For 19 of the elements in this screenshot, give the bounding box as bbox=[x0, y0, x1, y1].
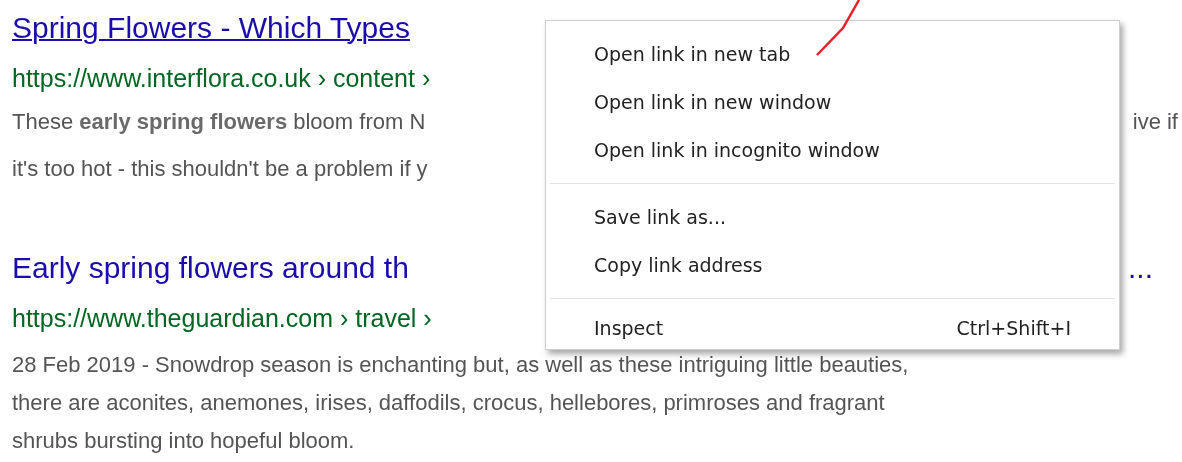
ellipsis: ... bbox=[1128, 250, 1153, 286]
snippet-text: there are aconites, anemones, irises, daffodils, crocus, hellebores, primroses and fragrant bbox=[12, 389, 885, 417]
result-url: https://www.interflora.co.uk › content › bbox=[12, 63, 431, 94]
menu-item[interactable]: Copy link address bbox=[546, 241, 1119, 289]
menu-item[interactable]: Inspect Ctrl+Shift+I bbox=[546, 308, 1119, 348]
snippet-text: shrubs bursting into hopeful bloom. bbox=[12, 427, 355, 455]
result-title-link[interactable]: Early spring flowers around th bbox=[12, 246, 409, 290]
menu-item[interactable]: Open link in new window bbox=[546, 78, 1119, 126]
snippet-text: These early spring flowers bloom from N bbox=[12, 108, 426, 136]
annotation-stroke bbox=[816, 0, 861, 56]
result-title-link[interactable]: Spring Flowers - Which Types bbox=[12, 6, 410, 50]
snippet-text: 28 Feb 2019 - Snowdrop season is enchanting but, as well as these intriguing little beauties, bbox=[12, 351, 909, 379]
menu-item[interactable]: Open link in new tab bbox=[546, 30, 1119, 78]
shortcut-text: Ctrl+Shift+I bbox=[956, 316, 1071, 341]
menu-item[interactable]: Save link as... bbox=[546, 193, 1119, 241]
menu-item[interactable]: Open link in incognito window bbox=[546, 126, 1119, 174]
snippet-text: it's too hot - this shouldn't be a problem if y bbox=[12, 155, 428, 183]
result-url: https://www.theguardian.com › travel › bbox=[12, 303, 432, 334]
snippet-text: ive if bbox=[1132, 108, 1178, 136]
